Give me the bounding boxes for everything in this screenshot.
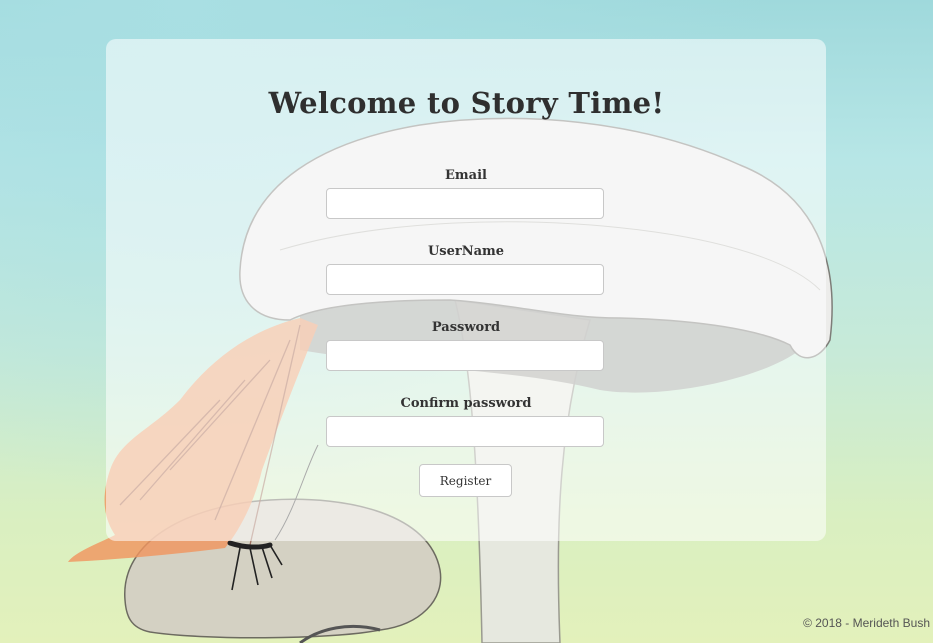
confirm-password-label: Confirm password <box>400 396 532 411</box>
confirm-password-field[interactable] <box>326 416 604 447</box>
password-label: Password <box>431 320 501 335</box>
email-label: Email <box>445 168 487 183</box>
email-field[interactable] <box>326 188 604 219</box>
username-field[interactable] <box>326 264 604 295</box>
register-button[interactable]: Register <box>419 464 512 497</box>
copyright-footer: © 2018 - Merideth Bush <box>803 616 930 630</box>
username-label: UserName <box>427 244 505 259</box>
password-field[interactable] <box>326 340 604 371</box>
page-title: Welcome to Story Time! <box>268 86 665 120</box>
